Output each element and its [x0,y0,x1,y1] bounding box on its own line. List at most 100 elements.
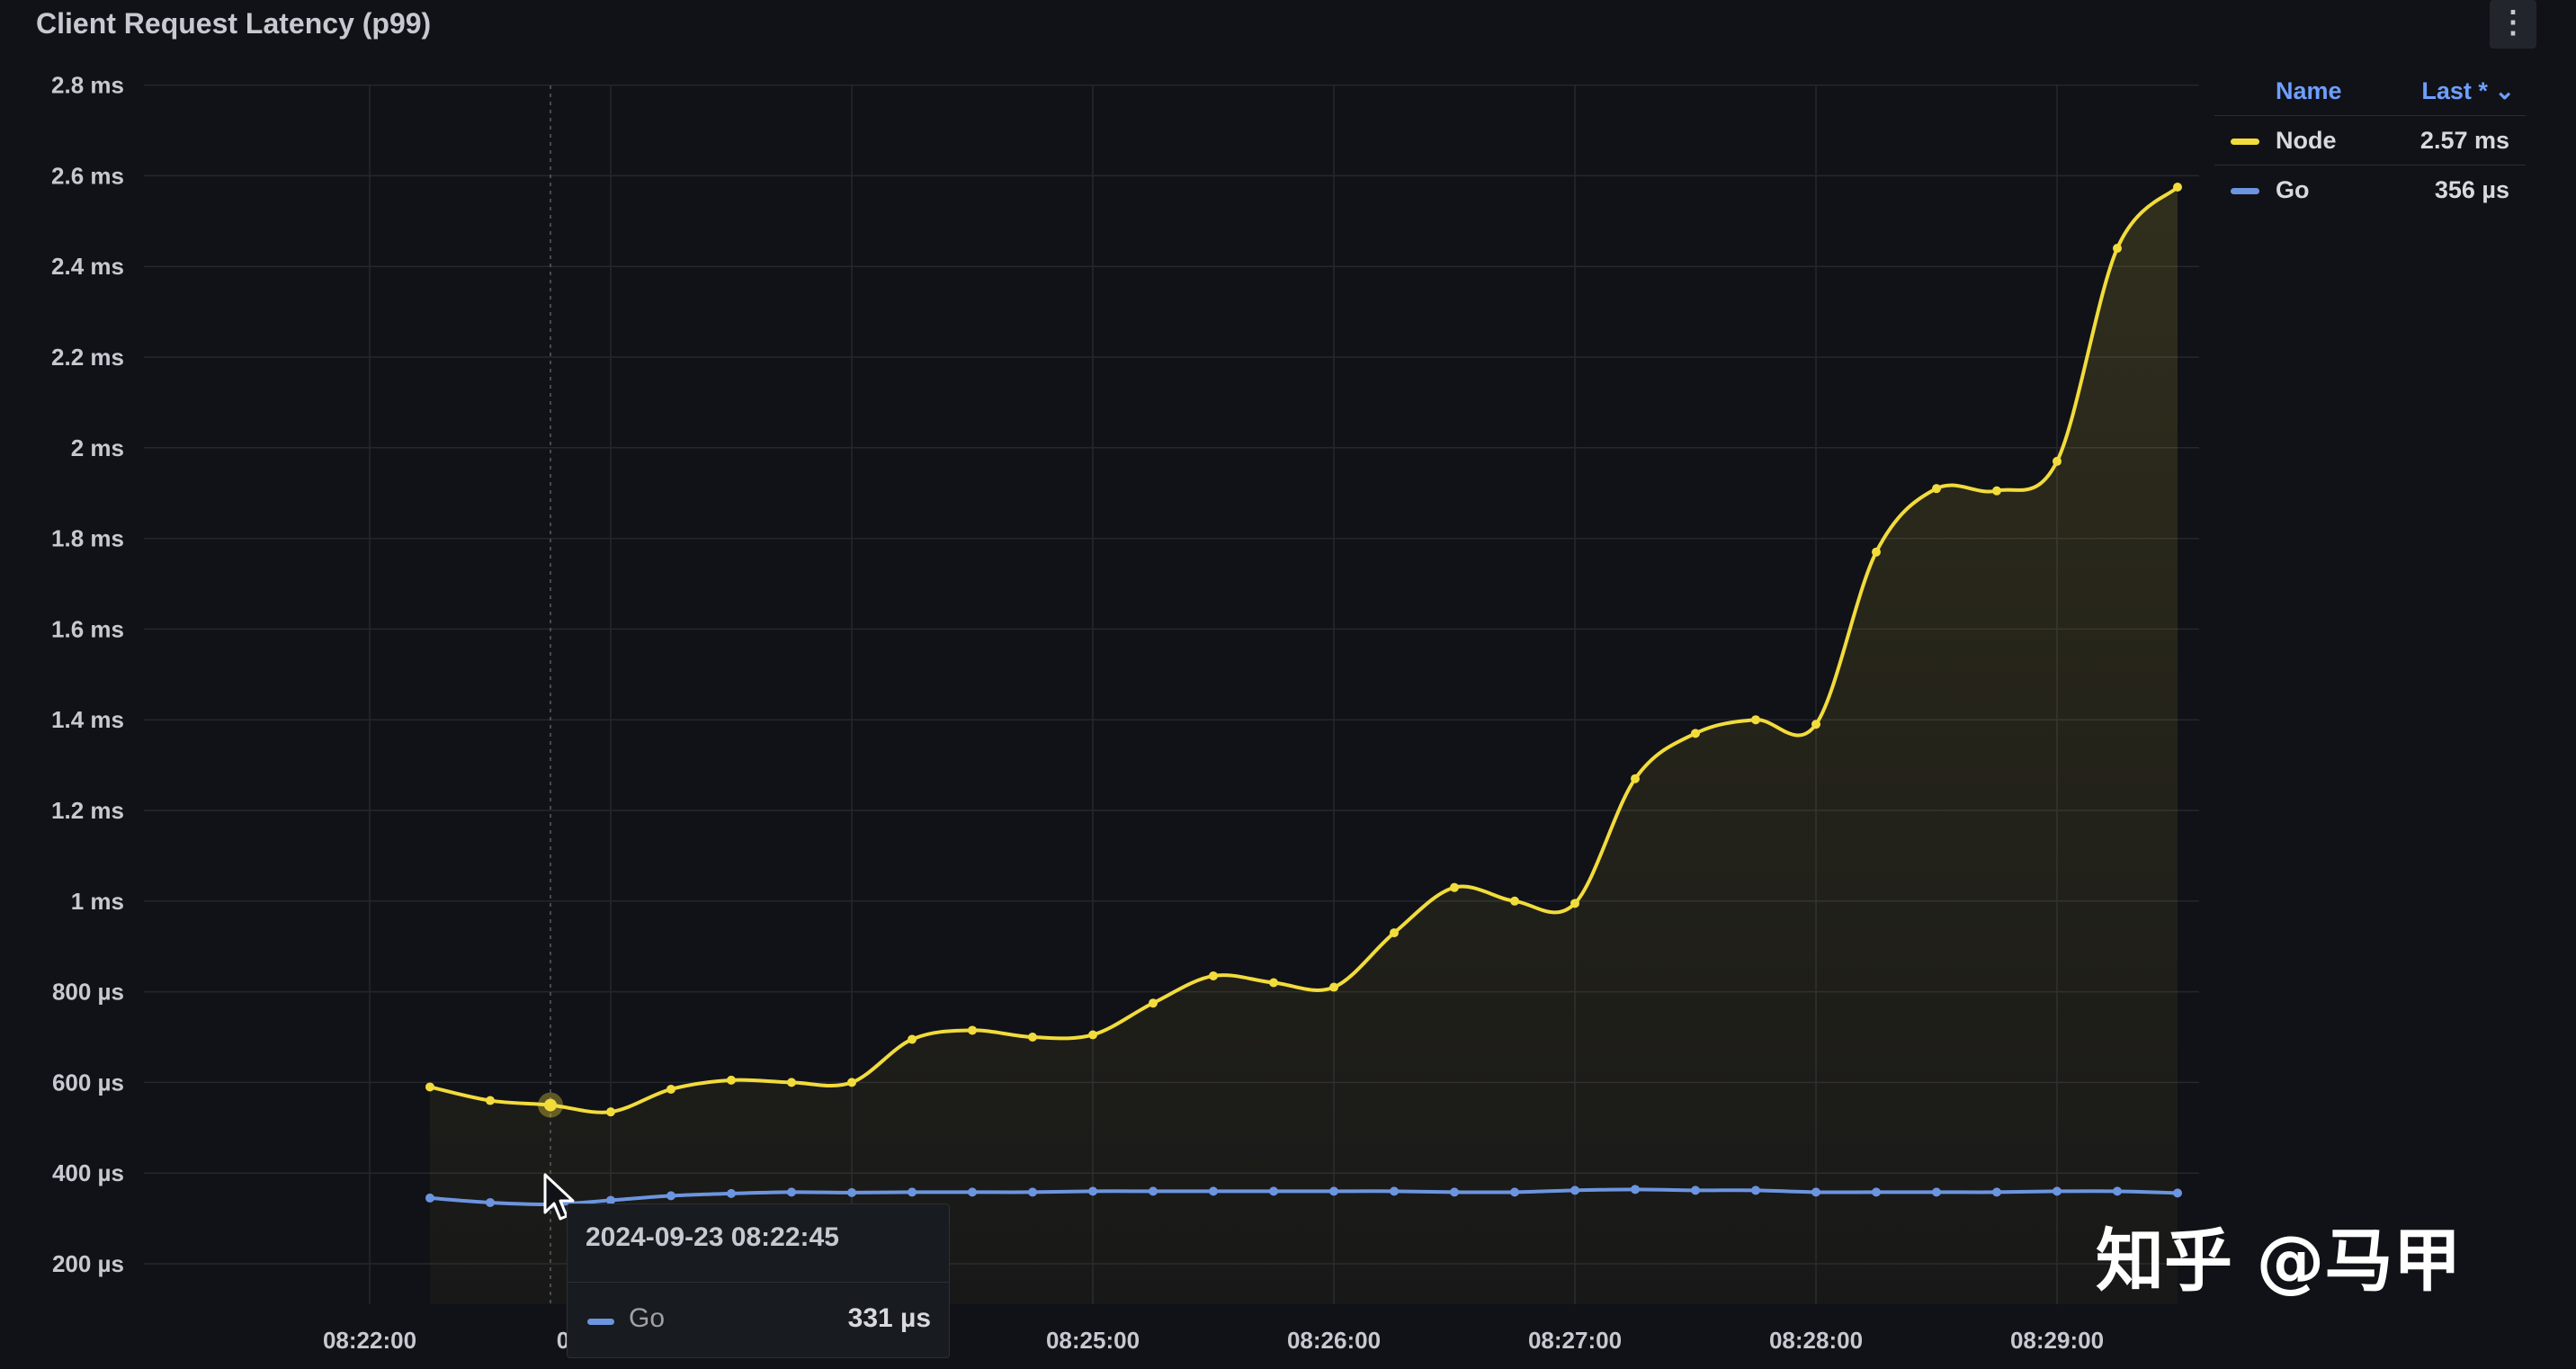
legend-name: Go [2276,176,2310,203]
hover-point [544,1098,557,1112]
data-point-node [727,1075,736,1085]
legend-swatch-go [2231,188,2259,194]
data-point-go [727,1188,736,1198]
latency-chart[interactable]: 200 µs 400 µs 600 µs 800 µs 1 ms 1.2 ms 1.4 ms… [0,0,2576,1369]
data-point-node [1691,729,1700,738]
legend-table: Name Last * ⌄ Node 2.57 ms Go 356 µs [2214,72,2526,214]
data-point-go [847,1187,856,1197]
data-point-go [1450,1187,1459,1197]
y-tick-label: 1.6 ms [51,615,124,642]
y-tick-label: 2.6 ms [51,162,124,189]
legend-col-last-sort[interactable]: Last * ⌄ [2421,77,2515,105]
tooltip-series-name: Go [629,1303,666,1333]
data-point-go [1872,1187,1881,1197]
data-point-node [1088,1030,1097,1040]
data-point-go [2173,1188,2182,1198]
data-point-go [787,1187,796,1197]
legend-swatch-node [2231,139,2259,145]
data-point-go [486,1197,495,1207]
data-point-node [1450,882,1459,892]
data-point-go [908,1187,917,1197]
y-tick-label: 2 ms [71,434,124,461]
data-point-node [1209,971,1218,980]
data-point-node [2173,183,2182,192]
data-point-node [1872,547,1881,557]
data-point-go [425,1193,434,1203]
y-axis: 200 µs 400 µs 600 µs 800 µs 1 ms 1.2 ms 1.4 ms… [51,72,124,1277]
data-point-go [666,1191,675,1201]
data-point-go [968,1187,977,1197]
data-point-go [1570,1186,1579,1195]
data-point-go [1088,1186,1097,1196]
y-tick-label: 2.2 ms [51,344,124,371]
tooltip-divider [568,1282,949,1283]
watermark-logo: 知乎 @马甲 [2096,1216,2518,1306]
y-tick-label: 1.2 ms [51,797,124,824]
y-tick-label: 400 µs [52,1159,124,1186]
data-point-node [1028,1033,1037,1042]
data-point-node [1992,486,2001,496]
y-tick-label: 1 ms [71,888,124,915]
data-point-node [1390,928,1399,938]
data-point-node [1149,998,1158,1008]
data-point-node [1932,484,1941,494]
y-tick-label: 1.4 ms [51,706,124,733]
y-tick-label: 600 µs [52,1069,124,1096]
data-point-node [2053,456,2062,466]
x-tick-label: 08:28:00 [1769,1327,1863,1354]
data-point-node [1570,899,1579,908]
x-tick-label: 08:25:00 [1046,1327,1140,1354]
data-point-node [606,1107,615,1117]
x-tick-label: 08:26:00 [1287,1327,1381,1354]
node-area-fill [430,187,2178,1304]
data-point-go [1751,1186,1760,1195]
x-tick-label: 08:22:00 [323,1327,416,1354]
data-point-go [1932,1187,1941,1197]
legend-row-go[interactable]: Go 356 µs [2214,165,2526,214]
data-point-node [908,1034,917,1044]
tooltip-swatch-go [587,1319,614,1325]
legend-last-value: 356 µs [2434,176,2509,203]
data-point-node [666,1084,675,1094]
hover-tooltip: 2024-09-23 08:22:45 Go 331 µs [567,1203,950,1358]
data-point-go [1149,1186,1158,1196]
data-point-node [1329,982,1338,992]
data-point-node [2113,244,2122,254]
legend-name: Node [2276,127,2337,154]
x-tick-label: 08:27:00 [1528,1327,1622,1354]
y-tick-label: 200 µs [52,1250,124,1277]
area-node [430,187,2178,1304]
y-tick-label: 1.8 ms [51,525,124,552]
legend-last-value: 2.57 ms [2419,127,2509,154]
y-tick-label: 2.8 ms [51,72,124,99]
data-point-node [968,1025,977,1035]
data-point-go [1811,1187,1820,1197]
data-point-node [1811,720,1820,729]
legend-row-node[interactable]: Node 2.57 ms [2214,115,2526,165]
data-point-go [1390,1186,1399,1196]
legend-header: Name Last * ⌄ [2214,72,2526,115]
data-point-node [1751,715,1760,725]
x-tick-label: 08:29:00 [2010,1327,2104,1354]
data-point-node [1631,774,1640,783]
data-point-go [1329,1186,1338,1196]
data-point-node [1269,978,1278,988]
data-point-node [486,1096,495,1105]
data-point-go [1028,1187,1037,1197]
data-point-node [425,1082,434,1092]
y-tick-label: 2.4 ms [51,253,124,280]
data-point-node [787,1078,796,1087]
data-point-go [1209,1186,1218,1196]
data-point-go [1269,1186,1278,1196]
data-point-go [1631,1185,1640,1195]
legend-col-name[interactable]: Name [2276,77,2342,105]
data-point-go [1510,1187,1519,1197]
data-point-go [1992,1187,2001,1197]
data-point-go [1691,1186,1700,1195]
data-point-go [2113,1186,2122,1196]
data-point-node [847,1078,856,1087]
tooltip-time: 2024-09-23 08:22:45 [586,1222,839,1252]
tooltip-series-value: 331 µs [847,1303,931,1333]
y-tick-label: 800 µs [52,979,124,1006]
svg-text:知乎 @马甲: 知乎 @马甲 [2096,1221,2461,1301]
